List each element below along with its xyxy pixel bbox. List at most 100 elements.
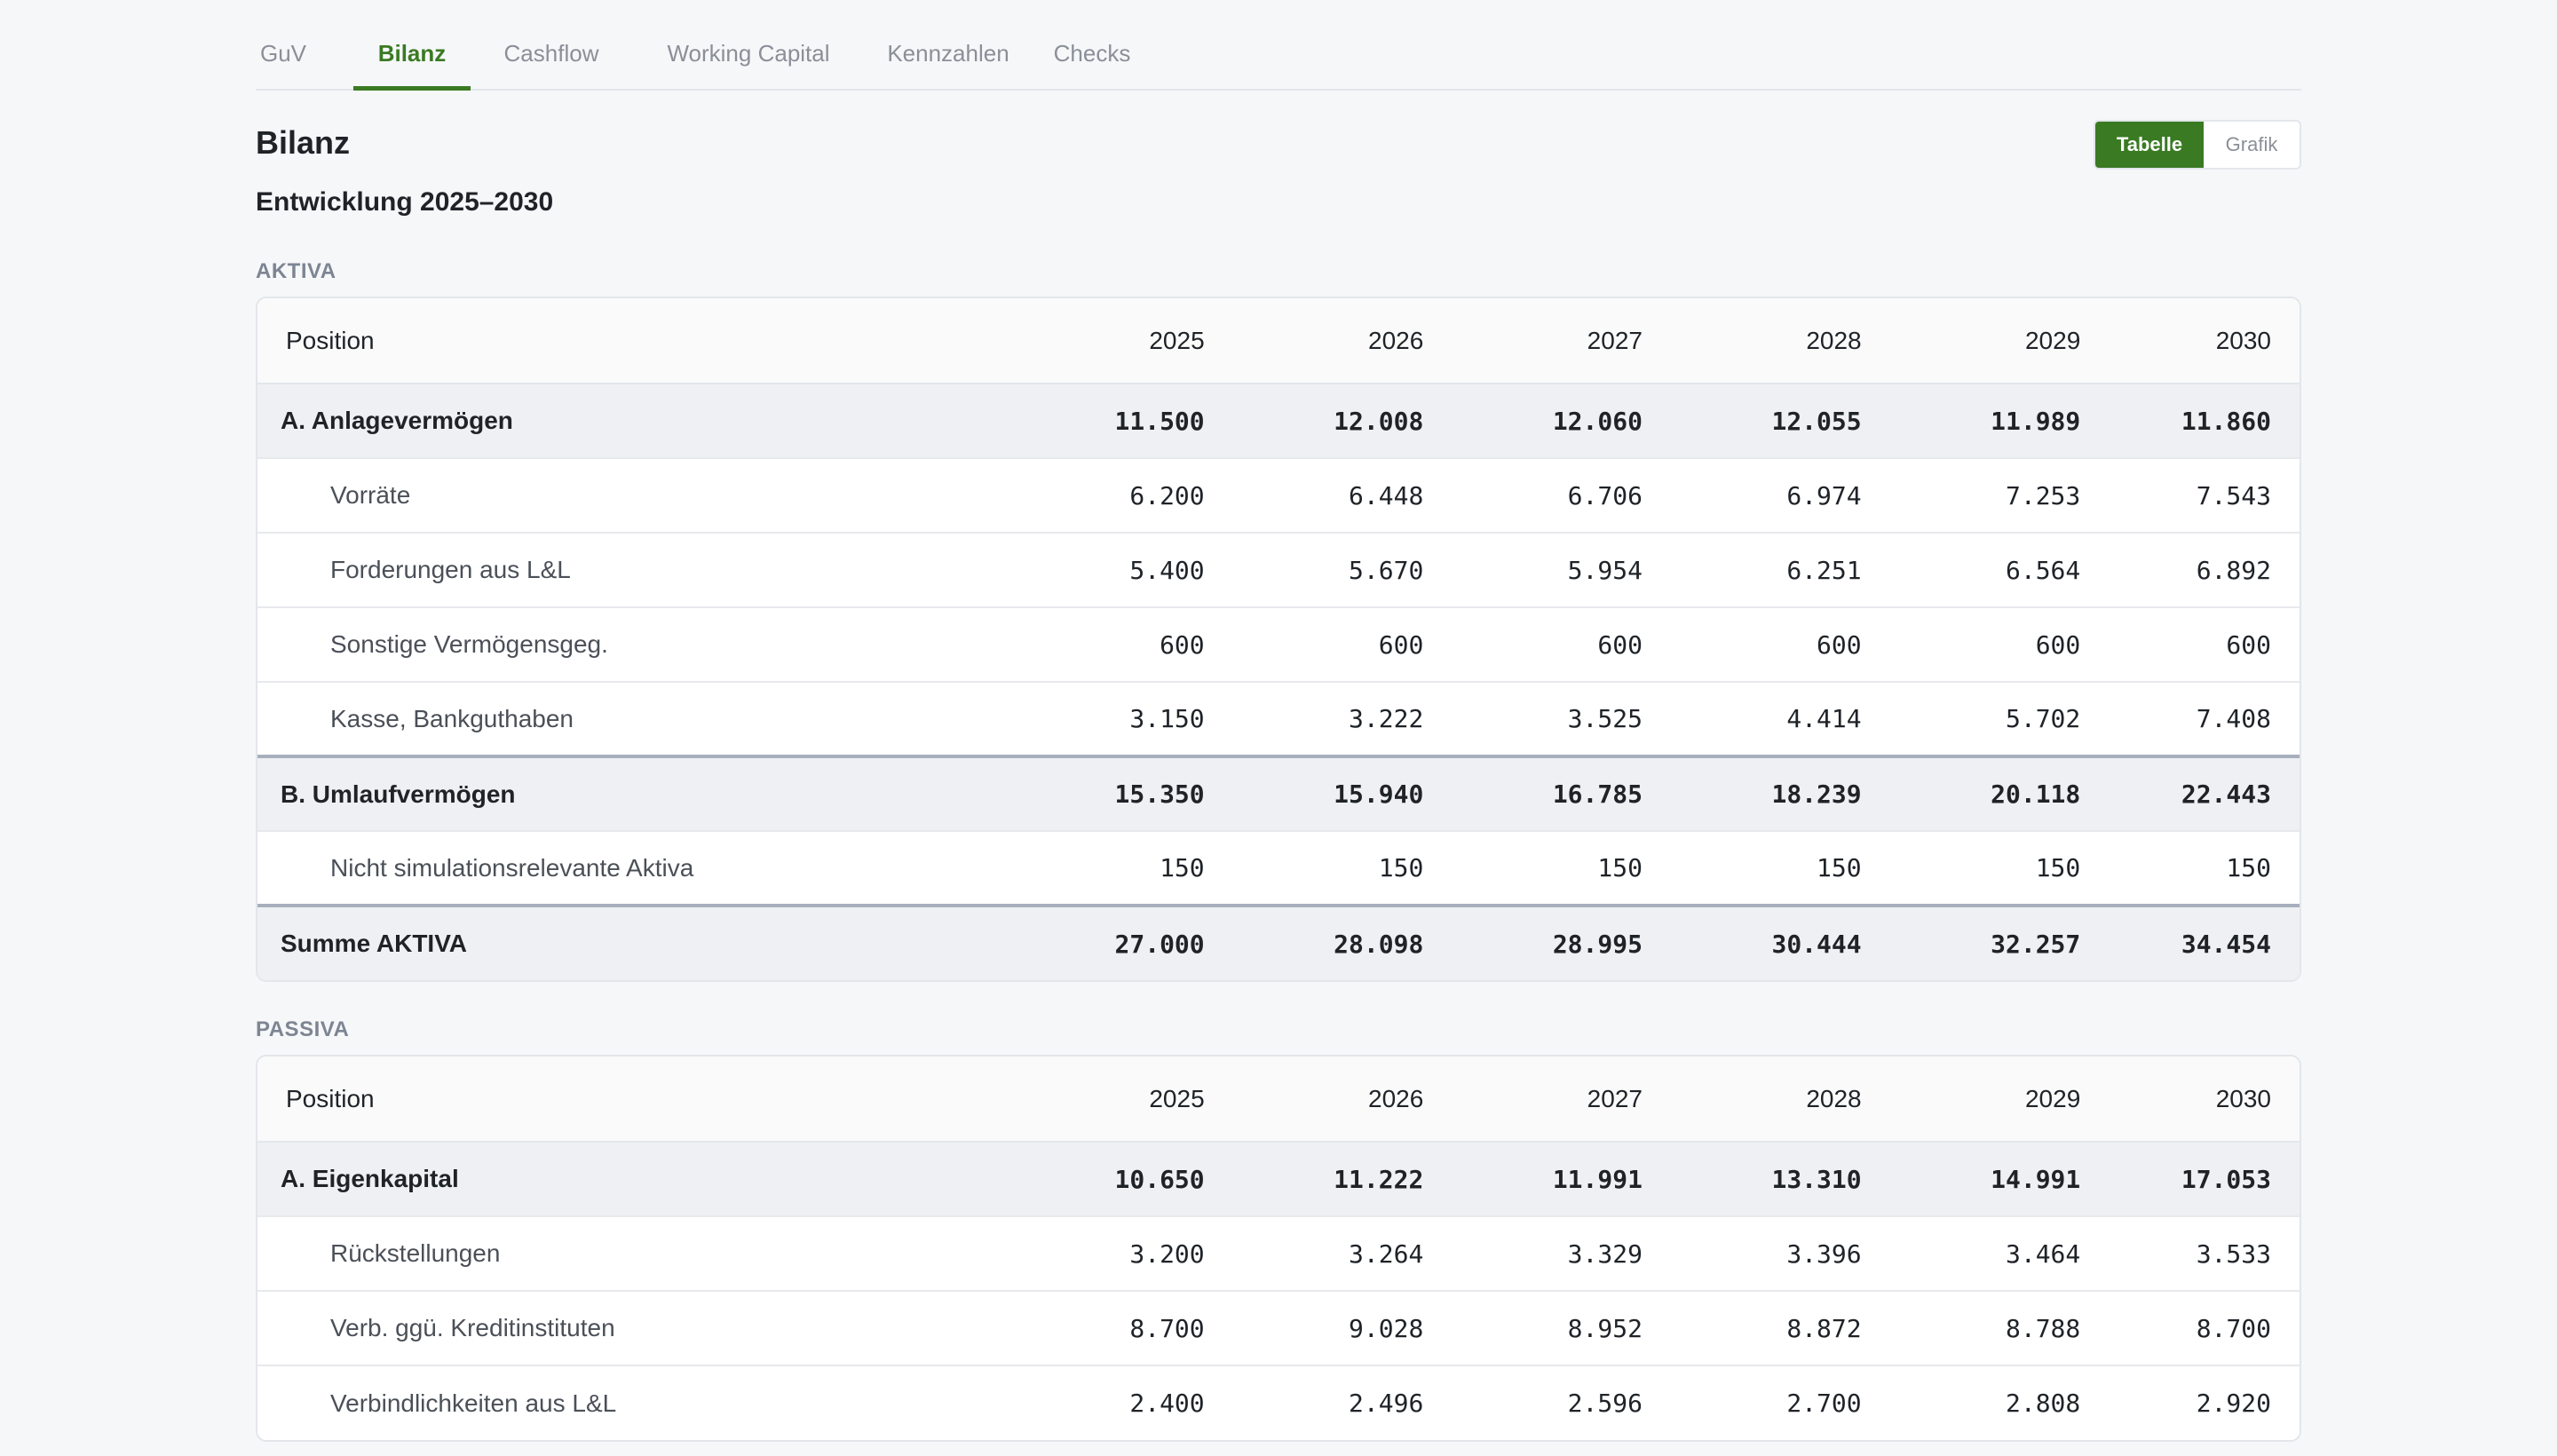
row-value: 11.860: [2080, 384, 2300, 459]
tab-working-capital[interactable]: Working Capital: [645, 0, 852, 89]
column-header-position: Position: [257, 298, 986, 384]
row-value: 8.952: [1423, 1291, 1643, 1366]
row-value: 2.700: [1786, 1389, 1862, 1418]
row-value: 14.991: [1861, 1142, 2081, 1217]
row-label: A. Anlagevermögen: [257, 384, 986, 459]
table-sum-row: Summe AKTIVA 27.000 28.098 28.995 30.444 32.2…: [257, 904, 2300, 980]
row-value: 7.543: [2080, 458, 2300, 534]
table-row: Kasse, Bankguthaben 3.150 3.222 3.525 4.414 5…: [257, 682, 2300, 757]
column-header-year: 2025: [986, 298, 1205, 384]
tab-checks[interactable]: Checks: [1048, 0, 1136, 89]
row-value: 2.400: [1129, 1389, 1205, 1418]
row-label: Vorräte: [257, 458, 986, 534]
row-value: 6.251: [1642, 533, 1862, 608]
row-value: 600: [986, 607, 1205, 683]
row-value: 12.008: [1204, 384, 1424, 459]
column-header-year: 2026: [1204, 1056, 1424, 1143]
row-label: B. Umlaufvermögen: [257, 755, 986, 832]
row-value: 600: [1861, 607, 2081, 683]
row-value: 4.414: [1642, 682, 1862, 757]
row-value: 9.028: [1204, 1291, 1424, 1366]
row-value: 150: [1204, 831, 1424, 906]
row-value: 150: [1642, 831, 1862, 906]
row-label: Summe AKTIVA: [257, 904, 986, 980]
row-value: 17.053: [2080, 1142, 2300, 1217]
column-header-year: 2027: [1423, 1056, 1643, 1143]
row-label: Rückstellungen: [257, 1216, 986, 1292]
column-header-year: 2030: [2080, 1056, 2300, 1143]
row-label: A. Eigenkapital: [257, 1142, 986, 1217]
row-label: Verbindlichkeiten aus L&L: [330, 1389, 617, 1417]
row-value: 13.310: [1642, 1142, 1862, 1217]
row-value: 600: [1423, 607, 1643, 683]
table-sum-row: B. Umlaufvermögen 15.350 15.940 16.785 18.23…: [257, 755, 2300, 832]
row-value: 3.396: [1642, 1216, 1862, 1292]
column-header-position: Position: [257, 1056, 986, 1143]
table-row: Verbindlichkeiten aus L&L 2.400 2.496 2.596…: [257, 1365, 2300, 1440]
row-value: 3.533: [2080, 1216, 2300, 1292]
table-row: Nicht simulationsrelevante Aktiva 150 150 1…: [257, 831, 2300, 906]
row-value: 6.706: [1423, 458, 1643, 534]
column-header-year: 2025: [986, 1056, 1205, 1143]
row-value: 3.264: [1204, 1216, 1424, 1292]
row-value: 12.060: [1423, 384, 1643, 459]
row-value: 2.496: [1349, 1389, 1424, 1418]
row-value: 5.670: [1204, 533, 1424, 608]
row-value: 6.448: [1204, 458, 1424, 534]
row-value: 8.700: [2080, 1291, 2300, 1366]
row-label: Verb. ggü. Kreditinstituten: [257, 1291, 986, 1366]
table-row: Forderungen aus L&L 5.400 5.670 5.954 6.251 6…: [257, 533, 2300, 608]
row-value: 11.222: [1204, 1142, 1424, 1217]
row-value: 6.200: [986, 458, 1205, 534]
tab-cashflow[interactable]: Cashflow: [499, 0, 604, 89]
row-value: 150: [1423, 831, 1643, 906]
row-value: 8.700: [986, 1291, 1205, 1366]
row-value: 600: [2080, 607, 2300, 683]
tab-kennzahlen[interactable]: Kennzahlen: [884, 0, 1012, 89]
row-value: 150: [986, 831, 1205, 906]
tab-bilanz[interactable]: Bilanz: [353, 0, 471, 91]
view-toggle: Tabelle Grafik: [2094, 120, 2301, 170]
table-view-button[interactable]: Tabelle: [2095, 122, 2204, 168]
table-header-row: Position 2025 2026 2027 2028 2029 2030: [257, 1056, 2300, 1143]
row-value: 6.974: [1642, 458, 1862, 534]
row-value: 600: [1642, 607, 1862, 683]
chart-view-button[interactable]: Grafik: [2204, 122, 2300, 168]
row-value: 20.118: [1861, 755, 2081, 832]
row-value: 150: [1861, 831, 2081, 906]
page-title: Bilanz: [256, 124, 351, 161]
column-header-year: 2029: [1861, 298, 2081, 384]
table-sum-row: A. Eigenkapital 10.650 11.222 11.991 13.310 1…: [257, 1142, 2300, 1217]
column-header-year: 2028: [1642, 298, 1862, 384]
row-value: 15.940: [1204, 755, 1424, 832]
row-value: 18.239: [1642, 755, 1862, 832]
row-value: 15.350: [986, 755, 1205, 832]
row-value: 5.400: [986, 533, 1205, 608]
column-header-year: 2026: [1204, 298, 1424, 384]
row-value: 7.408: [2080, 682, 2300, 757]
row-value: 3.329: [1423, 1216, 1643, 1292]
row-value: 12.055: [1642, 384, 1862, 459]
column-header-year: 2027: [1423, 298, 1643, 384]
page: GuV Bilanz Cashflow Working Capital Kenn…: [256, 0, 2301, 1442]
row-label: Nicht simulationsrelevante Aktiva: [257, 831, 986, 906]
row-value: 6.892: [2080, 533, 2300, 608]
row-value: 3.464: [1861, 1216, 2081, 1292]
row-value: 2.808: [2005, 1389, 2081, 1418]
row-value: 5.954: [1423, 533, 1643, 608]
row-value: 3.150: [986, 682, 1205, 757]
table-header-row: Position 2025 2026 2027 2028 2029 2030: [257, 298, 2300, 384]
table-row: Vorräte 6.200 6.448 6.706 6.974 7.253 7.543: [257, 458, 2300, 534]
row-value: 28.995: [1423, 904, 1643, 980]
row-value: 16.785: [1423, 755, 1643, 832]
aktiva-table-card: Position 2025 2026 2027 2028 2029 2030 A. Anla…: [256, 297, 2301, 982]
row-value: 2.596: [1567, 1389, 1643, 1418]
tab-guv[interactable]: GuV: [256, 0, 311, 89]
row-value: 28.098: [1204, 904, 1424, 980]
passiva-table-card: Position 2025 2026 2027 2028 2029 2030 A. Eige…: [256, 1055, 2301, 1442]
column-header-year: 2028: [1642, 1056, 1862, 1143]
row-value: 11.989: [1861, 384, 2081, 459]
row-value: 3.525: [1423, 682, 1643, 757]
row-value: 22.443: [2080, 755, 2300, 832]
table-row: Rückstellungen 3.200 3.264 3.329 3.396 3.464 3…: [257, 1216, 2300, 1292]
